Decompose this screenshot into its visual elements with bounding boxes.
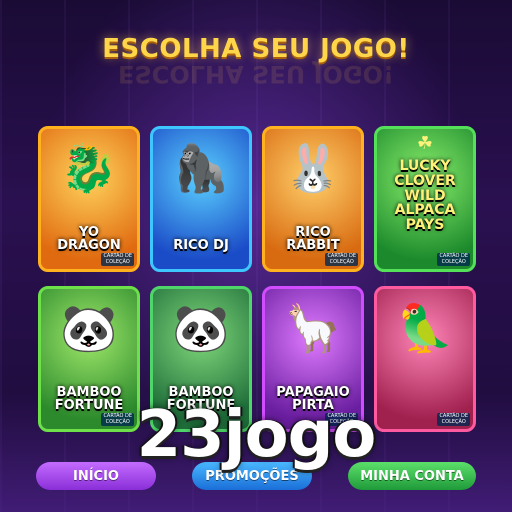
rabbit-icon: 🐰 — [284, 141, 342, 195]
title-reflection: ESCOLHA SEU JOGO! — [118, 60, 394, 88]
gorilla-dj-icon: 🦍 — [172, 141, 230, 195]
clover-icon: ☘ — [416, 133, 434, 154]
panda-icon: 🐼 — [60, 301, 118, 355]
game-title: RICO RABBIT — [286, 224, 340, 254]
alpaca-icon: 🦙 — [284, 301, 342, 355]
game-card-lucky-clover[interactable]: ☘ LUCKY CLOVER WILD ALPACA PAYS CARTÃO D… — [374, 126, 476, 272]
game-card-rico-dj[interactable]: 🦍 RICO DJ — [150, 126, 252, 272]
game-grid: 🐉 YO DRAGON CARTÃO DE COLEÇÃO 🦍 RICO DJ … — [38, 126, 476, 432]
parrot-treasure-icon: 🦜 — [396, 301, 454, 355]
collection-badge: CARTÃO DE COLEÇÃO — [437, 253, 470, 266]
panda-icon: 🐼 — [172, 301, 230, 355]
dragon-icon: 🐉 — [60, 141, 118, 195]
page-title: ESCOLHA SEU JOGO! — [102, 34, 410, 64]
collection-badge: CARTÃO DE COLEÇÃO — [325, 253, 358, 266]
game-card-rico-rabbit[interactable]: 🐰 RICO RABBIT CARTÃO DE COLEÇÃO — [262, 126, 364, 272]
game-card-yo-dragon[interactable]: 🐉 YO DRAGON CARTÃO DE COLEÇÃO — [38, 126, 140, 272]
site-watermark: 23jogo — [136, 398, 377, 472]
game-title: YO DRAGON — [57, 224, 121, 254]
collection-badge: CARTÃO DE COLEÇÃO — [101, 253, 134, 266]
game-title: RICO DJ — [173, 238, 229, 254]
game-title: LUCKY CLOVER WILD ALPACA PAYS — [394, 158, 456, 234]
